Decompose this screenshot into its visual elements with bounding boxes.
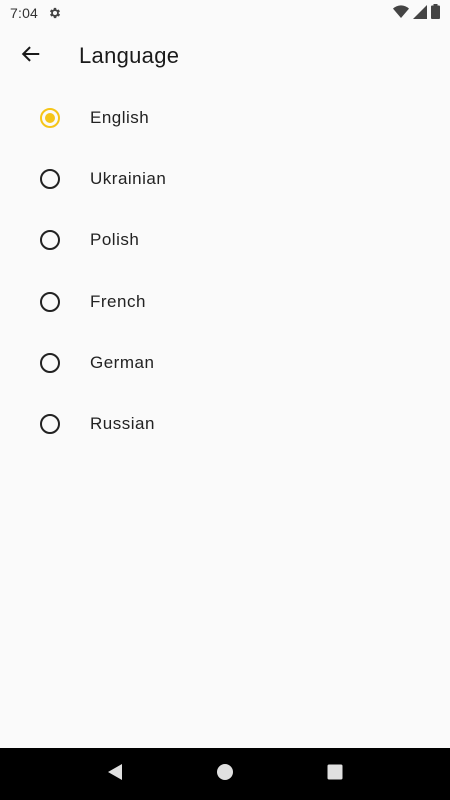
arrow-back-icon: [20, 43, 42, 70]
language-label: German: [90, 352, 155, 372]
language-option-polish[interactable]: Polish: [0, 210, 450, 271]
language-label: Polish: [90, 230, 140, 250]
language-option-english[interactable]: English: [0, 87, 450, 148]
radio-button-russian[interactable]: [40, 414, 60, 435]
radio-button-french[interactable]: [40, 291, 60, 312]
gear-icon: [48, 6, 62, 20]
app-bar: Language: [0, 26, 450, 86]
language-label: English: [90, 107, 150, 127]
language-label: Russian: [90, 414, 155, 434]
language-label: French: [90, 291, 146, 311]
back-button[interactable]: [6, 31, 56, 81]
nav-back-button[interactable]: [95, 754, 135, 794]
status-time: 7:04: [10, 5, 39, 21]
home-circle-icon: [216, 763, 234, 786]
radio-button-ukrainian[interactable]: [40, 168, 60, 189]
nav-recents-button[interactable]: [315, 754, 355, 794]
radio-button-german[interactable]: [40, 352, 60, 373]
language-option-russian[interactable]: Russian: [0, 393, 450, 454]
nav-home-button[interactable]: [205, 754, 245, 794]
language-label: Ukrainian: [90, 168, 167, 188]
radio-dot: [45, 112, 55, 123]
language-option-french[interactable]: French: [0, 271, 450, 332]
language-options-list: English Ukrainian Polish French German R…: [0, 87, 450, 455]
battery-icon: [431, 4, 440, 22]
language-option-german[interactable]: German: [0, 332, 450, 393]
status-bar: 7:04: [0, 0, 450, 26]
radio-button-english[interactable]: [40, 107, 60, 128]
radio-button-polish[interactable]: [40, 230, 60, 251]
navigation-bar: [0, 748, 450, 800]
signal-icon: [413, 4, 427, 22]
language-screen: 7:04 Language English Ukrainian Polish F…: [0, 0, 450, 800]
wifi-icon: [393, 4, 409, 22]
status-icons: [393, 4, 440, 22]
language-option-ukrainian[interactable]: Ukrainian: [0, 148, 450, 209]
recents-square-icon: [327, 764, 343, 785]
page-title: Language: [79, 43, 180, 68]
back-triangle-icon: [107, 763, 123, 786]
